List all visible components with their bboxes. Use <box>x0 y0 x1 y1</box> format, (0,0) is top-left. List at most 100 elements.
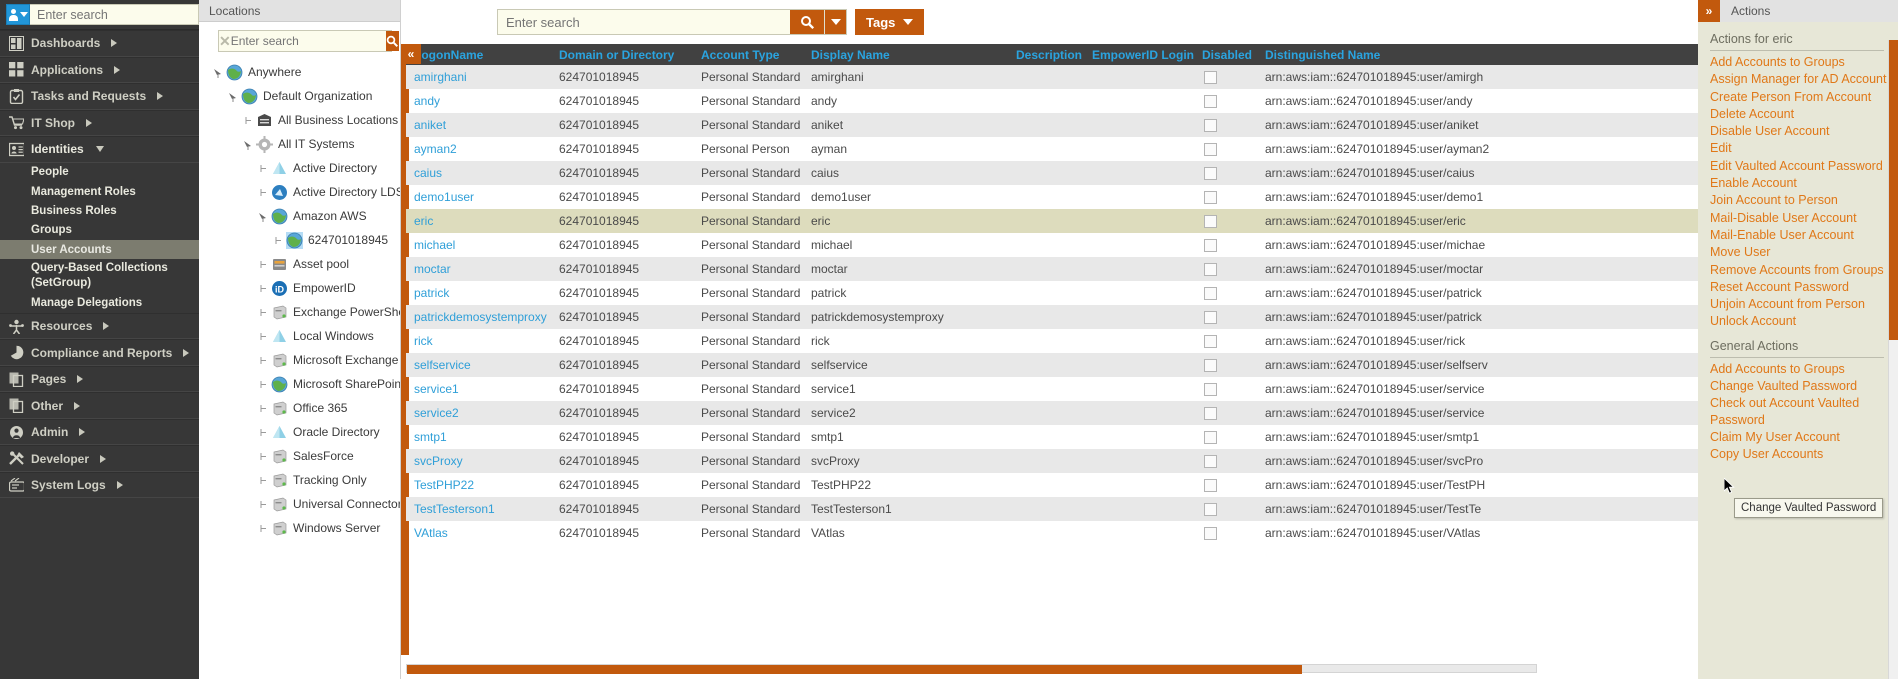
sidebar-item-user-accounts[interactable]: User Accounts <box>0 240 199 260</box>
disabled-checkbox[interactable] <box>1194 454 1257 468</box>
tree-node-salesforce[interactable]: SalesForce <box>199 444 400 468</box>
table-row[interactable]: patrick 624701018945 Personal Standard patr… <box>406 281 1698 305</box>
chevron-down-icon[interactable] <box>824 10 846 34</box>
table-row[interactable]: demo1user 624701018945 Personal Standard de… <box>406 185 1698 209</box>
action-link-copy-user-accounts[interactable]: Copy User Accounts <box>1710 446 1898 463</box>
table-row[interactable]: VAtlas 624701018945 Personal Standard VAtla… <box>406 521 1698 545</box>
disabled-checkbox[interactable] <box>1194 310 1257 324</box>
nav-item-dashboards[interactable]: Dashboards <box>0 30 199 57</box>
tree-toggle-icon[interactable] <box>273 235 284 246</box>
action-link-change-vaulted-password[interactable]: Change Vaulted Password <box>1710 378 1898 395</box>
cell-logon[interactable]: demo1user <box>406 190 551 204</box>
disabled-checkbox[interactable] <box>1194 334 1257 348</box>
tree-toggle-icon[interactable] <box>258 355 269 366</box>
search-icon[interactable] <box>385 31 399 51</box>
nav-item-identities[interactable]: Identities <box>0 136 199 163</box>
cell-logon[interactable]: svcProxy <box>406 454 551 468</box>
action-link-assign-manager-for-ad-account[interactable]: Assign Manager for AD Account <box>1710 71 1898 88</box>
table-row[interactable]: patrickdemosystemproxy 624701018945 Person… <box>406 305 1698 329</box>
disabled-checkbox[interactable] <box>1194 502 1257 516</box>
tree-toggle-icon[interactable] <box>258 283 269 294</box>
cell-logon[interactable]: eric <box>406 214 551 228</box>
grid-column-header-logon[interactable]: LogonName <box>406 48 551 62</box>
checkbox-icon[interactable] <box>1204 430 1217 444</box>
disabled-checkbox[interactable] <box>1194 214 1257 228</box>
grid-column-header-domain[interactable]: Domain or Directory <box>551 48 693 62</box>
cell-logon[interactable]: service1 <box>406 382 551 396</box>
tree-toggle-icon[interactable] <box>258 211 269 222</box>
search-icon[interactable] <box>790 10 824 34</box>
action-link-mail-disable-user-account[interactable]: Mail-Disable User Account <box>1710 210 1898 227</box>
disabled-checkbox[interactable] <box>1194 166 1257 180</box>
cell-logon[interactable]: selfservice <box>406 358 551 372</box>
action-link-add-accounts-to-groups[interactable]: Add Accounts to Groups <box>1710 361 1898 378</box>
tree-node-universal-connector[interactable]: Universal Connector <box>199 492 400 516</box>
tree-toggle-icon[interactable] <box>258 475 269 486</box>
table-row[interactable]: ayman2 624701018945 Personal Person ayman ar… <box>406 137 1698 161</box>
action-link-edit[interactable]: Edit <box>1710 140 1898 157</box>
table-row[interactable]: moctar 624701018945 Personal Standard mocta… <box>406 257 1698 281</box>
cell-logon[interactable]: service2 <box>406 406 551 420</box>
tree-node-empowerid[interactable]: iD EmpowerID <box>199 276 400 300</box>
checkbox-icon[interactable] <box>1204 94 1217 108</box>
disabled-checkbox[interactable] <box>1194 478 1257 492</box>
nav-item-other[interactable]: Other <box>0 392 199 419</box>
tree-toggle-icon[interactable] <box>258 163 269 174</box>
table-row[interactable]: service1 624701018945 Personal Standard ser… <box>406 377 1698 401</box>
table-row[interactable]: andy 624701018945 Personal Standard andy arn… <box>406 89 1698 113</box>
grid-column-header-login[interactable]: EmpowerID Login <box>1084 48 1194 62</box>
tree-toggle-icon[interactable] <box>213 67 224 78</box>
tree-node-624701018945[interactable]: 624701018945 <box>199 228 400 252</box>
grid-column-header-dn[interactable]: Distinguished Name <box>1257 48 1557 62</box>
cell-logon[interactable]: caius <box>406 166 551 180</box>
grid-column-header-type[interactable]: Account Type <box>693 48 803 62</box>
checkbox-icon[interactable] <box>1204 358 1217 372</box>
tree-node-local-windows[interactable]: Local Windows <box>199 324 400 348</box>
tree-node-amazon-aws[interactable]: Amazon AWS <box>199 204 400 228</box>
tree-node-exchange-powershell[interactable]: Exchange PowerShell <box>199 300 400 324</box>
action-link-create-person-from-account[interactable]: Create Person From Account <box>1710 89 1898 106</box>
table-row[interactable]: eric 624701018945 Personal Standard eric arn… <box>406 209 1698 233</box>
nav-item-system-logs[interactable]: System Logs <box>0 471 199 499</box>
tree-node-default-organization[interactable]: Default Organization <box>199 84 400 108</box>
checkbox-icon[interactable] <box>1204 334 1217 348</box>
tree-node-active-directory[interactable]: Active Directory <box>199 156 400 180</box>
checkbox-icon[interactable] <box>1204 286 1217 300</box>
table-row[interactable]: TestPHP22 624701018945 Personal Standard Te… <box>406 473 1698 497</box>
tree-toggle-icon[interactable] <box>258 331 269 342</box>
action-link-reset-account-password[interactable]: Reset Account Password <box>1710 279 1898 296</box>
cell-logon[interactable]: michael <box>406 238 551 252</box>
nav-item-admin[interactable]: Admin <box>0 418 199 446</box>
checkbox-icon[interactable] <box>1204 310 1217 324</box>
action-link-enable-account[interactable]: Enable Account <box>1710 175 1898 192</box>
checkbox-icon[interactable] <box>1204 526 1217 540</box>
sidebar-item-business-roles[interactable]: Business Roles <box>0 201 199 220</box>
disabled-checkbox[interactable] <box>1194 358 1257 372</box>
cell-logon[interactable]: patrickdemosystemproxy <box>406 310 551 324</box>
checkbox-icon[interactable] <box>1204 190 1217 204</box>
table-row[interactable]: michael 624701018945 Personal Standard mich… <box>406 233 1698 257</box>
disabled-checkbox[interactable] <box>1194 262 1257 276</box>
tree-toggle-icon[interactable] <box>258 427 269 438</box>
cell-logon[interactable]: andy <box>406 94 551 108</box>
grid-column-header-desc[interactable]: Description <box>1008 48 1084 62</box>
cell-logon[interactable]: TestPHP22 <box>406 478 551 492</box>
cell-logon[interactable]: VAtlas <box>406 526 551 540</box>
action-link-edit-vaulted-account-password[interactable]: Edit Vaulted Account Password <box>1710 158 1898 175</box>
cell-logon[interactable]: aniket <box>406 118 551 132</box>
tree-node-windows-server[interactable]: Windows Server <box>199 516 400 540</box>
cell-logon[interactable]: ayman2 <box>406 142 551 156</box>
checkbox-icon[interactable] <box>1204 406 1217 420</box>
action-link-unjoin-account-from-person[interactable]: Unjoin Account from Person <box>1710 296 1898 313</box>
disabled-checkbox[interactable] <box>1194 142 1257 156</box>
checkbox-icon[interactable] <box>1204 454 1217 468</box>
grid-search-input[interactable] <box>498 10 790 34</box>
tree-toggle-icon[interactable] <box>258 403 269 414</box>
action-link-move-user[interactable]: Move User <box>1710 244 1898 261</box>
table-row[interactable]: rick 624701018945 Personal Standard rick arn… <box>406 329 1698 353</box>
cell-logon[interactable]: moctar <box>406 262 551 276</box>
table-row[interactable]: service2 624701018945 Personal Standard ser… <box>406 401 1698 425</box>
nav-item-pages[interactable]: Pages <box>0 365 199 393</box>
checkbox-icon[interactable] <box>1204 478 1217 492</box>
tree-toggle-icon[interactable] <box>258 259 269 270</box>
